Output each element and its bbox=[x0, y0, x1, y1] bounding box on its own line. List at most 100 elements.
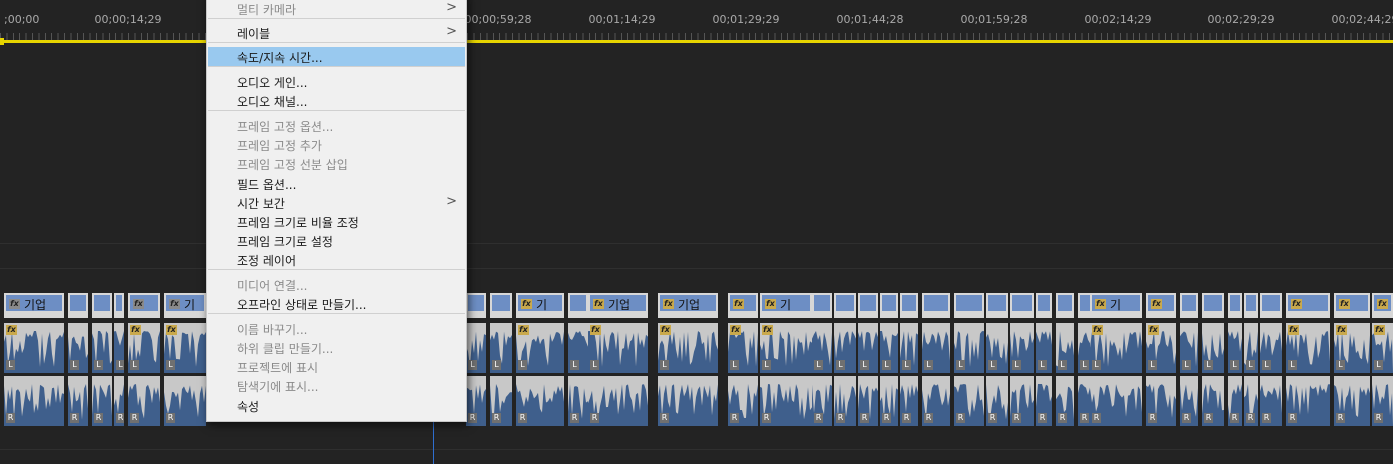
audio-clip-right[interactable]: R bbox=[114, 376, 124, 426]
audio-clip-right[interactable]: R bbox=[68, 376, 88, 426]
audio-clip-left[interactable]: L bbox=[1260, 323, 1282, 373]
audio-clip-right[interactable]: R bbox=[1180, 376, 1198, 426]
video-clip[interactable]: fx 기 bbox=[516, 293, 564, 318]
video-clip[interactable] bbox=[1056, 293, 1074, 318]
audio-clip-left[interactable]: L bbox=[900, 323, 918, 373]
menu-item-3[interactable]: 속도/지속 시간... bbox=[208, 47, 465, 66]
audio-clip-right[interactable]: R bbox=[1090, 376, 1142, 426]
video-clip[interactable] bbox=[1202, 293, 1224, 318]
menu-item-12[interactable]: 프레임 크기로 설정 bbox=[208, 231, 465, 250]
audio-clip-left[interactable]: fx L bbox=[1146, 323, 1176, 373]
menu-item-13[interactable]: 조정 레이어 bbox=[208, 250, 465, 269]
menu-item-10[interactable]: 시간 보간 > bbox=[208, 193, 465, 212]
video-clip[interactable] bbox=[1244, 293, 1258, 318]
video-clip[interactable] bbox=[1036, 293, 1052, 318]
video-clip[interactable]: fx bbox=[1372, 293, 1393, 318]
video-clip[interactable]: fx 기 bbox=[760, 293, 812, 318]
audio-clip-left[interactable]: L bbox=[1180, 323, 1198, 373]
audio-clip-left[interactable]: fx L bbox=[760, 323, 812, 373]
video-clip[interactable] bbox=[922, 293, 950, 318]
audio-clip-left[interactable]: L bbox=[812, 323, 832, 373]
audio-clip-left[interactable]: fx L bbox=[516, 323, 564, 373]
audio-clip-right[interactable]: R bbox=[1146, 376, 1176, 426]
video-clip[interactable]: fx bbox=[728, 293, 758, 318]
video-clip[interactable]: fx 기 bbox=[1090, 293, 1142, 318]
video-clip[interactable] bbox=[568, 293, 588, 318]
video-clip[interactable] bbox=[92, 293, 112, 318]
audio-clip-left[interactable]: L bbox=[92, 323, 112, 373]
audio-clip-left[interactable]: fx L bbox=[588, 323, 648, 373]
audio-clip-right[interactable]: R bbox=[588, 376, 648, 426]
audio-clip-right[interactable]: R bbox=[954, 376, 984, 426]
audio-clip-right[interactable]: R bbox=[1010, 376, 1034, 426]
audio-clip-right[interactable]: R bbox=[728, 376, 758, 426]
video-clip[interactable] bbox=[1260, 293, 1282, 318]
video-clip[interactable] bbox=[834, 293, 856, 318]
video-clip[interactable]: fx 기업 bbox=[588, 293, 648, 318]
audio-clip-right[interactable]: R bbox=[880, 376, 898, 426]
audio-clip-right[interactable]: R bbox=[760, 376, 812, 426]
audio-clip-right[interactable]: R bbox=[1228, 376, 1242, 426]
audio-clip-right[interactable]: R bbox=[466, 376, 486, 426]
menu-item-4[interactable]: 오디오 게인... bbox=[208, 72, 465, 91]
audio-clip-left[interactable]: fx L bbox=[1286, 323, 1330, 373]
video-clip[interactable] bbox=[986, 293, 1008, 318]
audio-clip-left[interactable]: L bbox=[986, 323, 1008, 373]
audio-clip-left[interactable]: fx L bbox=[658, 323, 718, 373]
video-clip[interactable] bbox=[1180, 293, 1198, 318]
audio-clip-left[interactable]: fx L bbox=[728, 323, 758, 373]
video-clip[interactable] bbox=[900, 293, 918, 318]
audio-clip-left[interactable]: L bbox=[954, 323, 984, 373]
audio-clip-left[interactable]: fx L bbox=[1372, 323, 1393, 373]
video-clip[interactable] bbox=[68, 293, 88, 318]
audio-clip-right[interactable]: R bbox=[4, 376, 64, 426]
video-clip[interactable] bbox=[114, 293, 124, 318]
video-clip[interactable]: fx bbox=[128, 293, 160, 318]
audio-clip-right[interactable]: R bbox=[516, 376, 564, 426]
menu-item-15[interactable]: 오프라인 상태로 만들기... bbox=[208, 294, 465, 313]
menu-item-11[interactable]: 프레임 크기로 비율 조정 bbox=[208, 212, 465, 231]
audio-clip-left[interactable]: fx L bbox=[1334, 323, 1370, 373]
audio-clip-left[interactable]: L bbox=[1244, 323, 1258, 373]
audio-clip-right[interactable]: R bbox=[922, 376, 950, 426]
menu-item-20[interactable]: 속성 bbox=[208, 396, 465, 415]
audio-clip-right[interactable]: R bbox=[164, 376, 206, 426]
audio-clip-right[interactable]: R bbox=[92, 376, 112, 426]
audio-clip-left[interactable]: L bbox=[490, 323, 512, 373]
video-clip[interactable] bbox=[490, 293, 512, 318]
audio-clip-right[interactable]: R bbox=[568, 376, 588, 426]
audio-clip-right[interactable]: R bbox=[1260, 376, 1282, 426]
audio-clip-right[interactable]: R bbox=[858, 376, 878, 426]
video-clip[interactable] bbox=[858, 293, 878, 318]
video-clip[interactable] bbox=[812, 293, 832, 318]
audio-clip-left[interactable]: L bbox=[1036, 323, 1052, 373]
audio-clip-right[interactable]: R bbox=[1372, 376, 1393, 426]
menu-item-5[interactable]: 오디오 채널... bbox=[208, 91, 465, 110]
audio-clip-right[interactable]: R bbox=[1056, 376, 1074, 426]
work-area-start-handle[interactable] bbox=[0, 38, 4, 45]
audio-clip-left[interactable]: L bbox=[1056, 323, 1074, 373]
audio-clip-left[interactable]: L bbox=[1228, 323, 1242, 373]
audio-clip-left[interactable]: L bbox=[68, 323, 88, 373]
audio-clip-left[interactable]: fx L bbox=[4, 323, 64, 373]
audio-clip-left[interactable]: fx L bbox=[1090, 323, 1142, 373]
audio-clip-left[interactable]: L bbox=[1202, 323, 1224, 373]
video-clip[interactable]: fx 기업 bbox=[4, 293, 64, 318]
video-clip[interactable]: fx bbox=[1146, 293, 1176, 318]
video-clip[interactable]: fx bbox=[1286, 293, 1330, 318]
audio-clip-right[interactable]: R bbox=[812, 376, 832, 426]
menu-item-9[interactable]: 필드 옵션... bbox=[208, 174, 465, 193]
audio-clip-left[interactable]: fx L bbox=[128, 323, 160, 373]
audio-clip-left[interactable]: L bbox=[114, 323, 124, 373]
video-clip[interactable] bbox=[1228, 293, 1242, 318]
audio-clip-left[interactable]: L bbox=[568, 323, 588, 373]
video-clip[interactable] bbox=[1010, 293, 1034, 318]
audio-clip-right[interactable]: R bbox=[986, 376, 1008, 426]
video-clip[interactable] bbox=[880, 293, 898, 318]
audio-clip-left[interactable]: L bbox=[922, 323, 950, 373]
audio-clip-right[interactable]: R bbox=[128, 376, 160, 426]
audio-clip-left[interactable]: L bbox=[1010, 323, 1034, 373]
audio-clip-right[interactable]: R bbox=[1286, 376, 1330, 426]
video-clip[interactable] bbox=[954, 293, 984, 318]
audio-clip-right[interactable]: R bbox=[1244, 376, 1258, 426]
